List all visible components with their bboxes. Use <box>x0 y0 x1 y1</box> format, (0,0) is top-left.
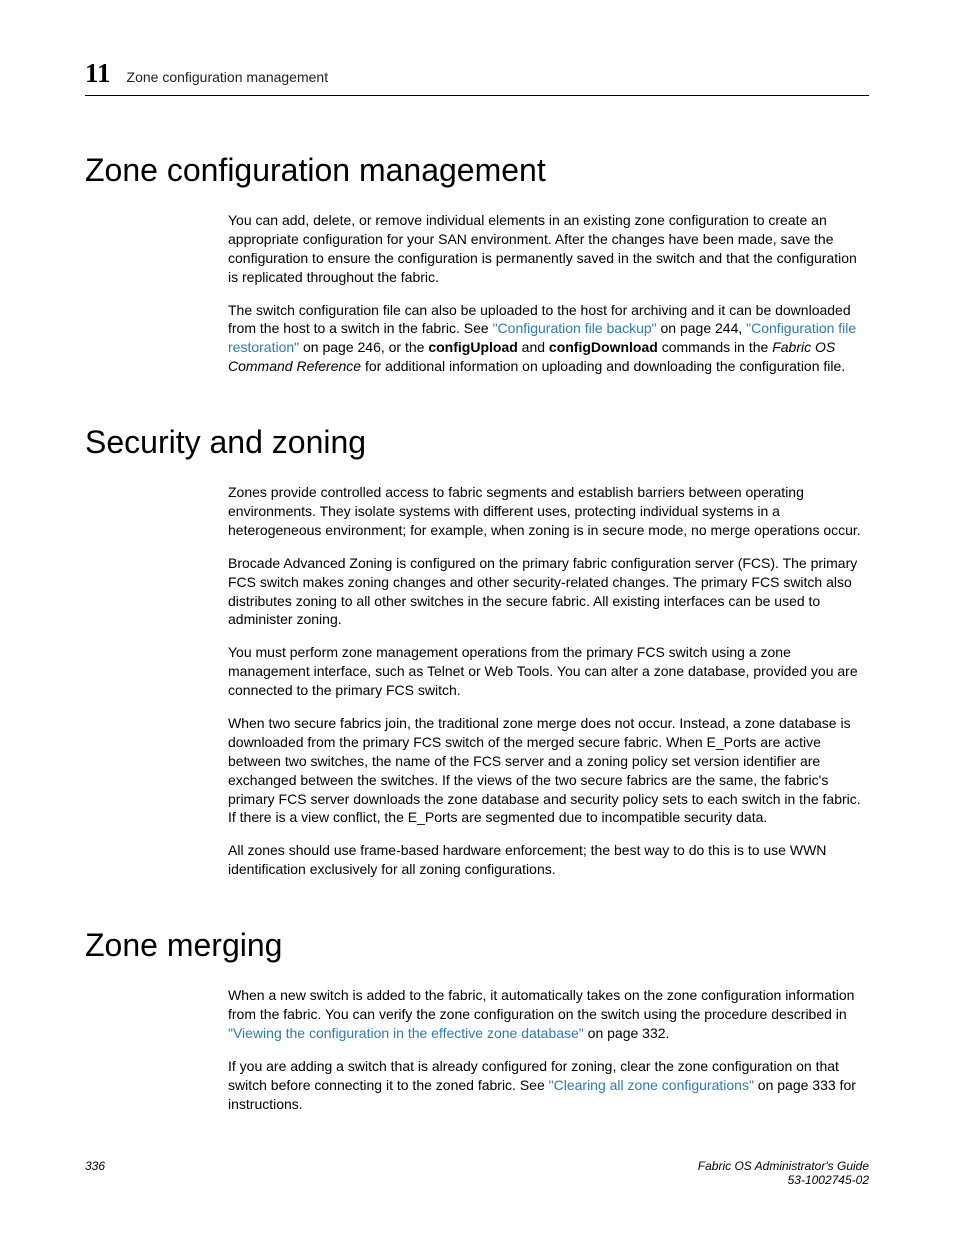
heading-zone-merging: Zone merging <box>85 927 869 964</box>
paragraph: Zones provide controlled access to fabri… <box>228 483 869 540</box>
paragraph: You must perform zone management operati… <box>228 643 869 700</box>
page-footer: 336 Fabric OS Administrator's Guide 53-1… <box>85 1159 869 1187</box>
text-run: commands in the <box>658 339 772 355</box>
text-run: When a new switch is added to the fabric… <box>228 987 854 1022</box>
link-clearing-zone-configs[interactable]: "Clearing all zone configurations" <box>549 1077 754 1093</box>
section-body-zone-config-mgmt: You can add, delete, or remove individua… <box>228 211 869 376</box>
paragraph: You can add, delete, or remove individua… <box>228 211 869 287</box>
text-run: on page 244, <box>657 320 747 336</box>
text-run: and <box>518 339 549 355</box>
section-body-zone-merging: When a new switch is added to the fabric… <box>228 986 869 1113</box>
paragraph: When two secure fabrics join, the tradit… <box>228 714 869 827</box>
command-configdownload: configDownload <box>549 339 658 355</box>
chapter-title: Zone configuration management <box>127 69 329 85</box>
command-configupload: configUpload <box>428 339 517 355</box>
paragraph: When a new switch is added to the fabric… <box>228 986 869 1043</box>
footer-right: Fabric OS Administrator's Guide 53-10027… <box>698 1159 869 1187</box>
heading-security-zoning: Security and zoning <box>85 424 869 461</box>
paragraph: If you are adding a switch that is alrea… <box>228 1057 869 1114</box>
text-run: on page 246, or the <box>299 339 428 355</box>
chapter-number: 11 <box>85 58 111 89</box>
paragraph: The switch configuration file can also b… <box>228 301 869 377</box>
heading-zone-config-mgmt: Zone configuration management <box>85 152 869 189</box>
text-run: on page 332. <box>584 1025 670 1041</box>
section-body-security-zoning: Zones provide controlled access to fabri… <box>228 483 869 879</box>
guide-title: Fabric OS Administrator's Guide <box>698 1159 869 1173</box>
paragraph: All zones should use frame-based hardwar… <box>228 841 869 879</box>
page-number: 336 <box>85 1159 105 1187</box>
text-run: for additional information on uploading … <box>361 358 845 374</box>
paragraph: Brocade Advanced Zoning is configured on… <box>228 554 869 630</box>
page-header: 11 Zone configuration management <box>85 58 869 96</box>
link-viewing-effective-zone-db[interactable]: "Viewing the configuration in the effect… <box>228 1025 584 1041</box>
doc-number: 53-1002745-02 <box>698 1173 869 1187</box>
link-config-file-backup[interactable]: "Configuration file backup" <box>493 320 657 336</box>
